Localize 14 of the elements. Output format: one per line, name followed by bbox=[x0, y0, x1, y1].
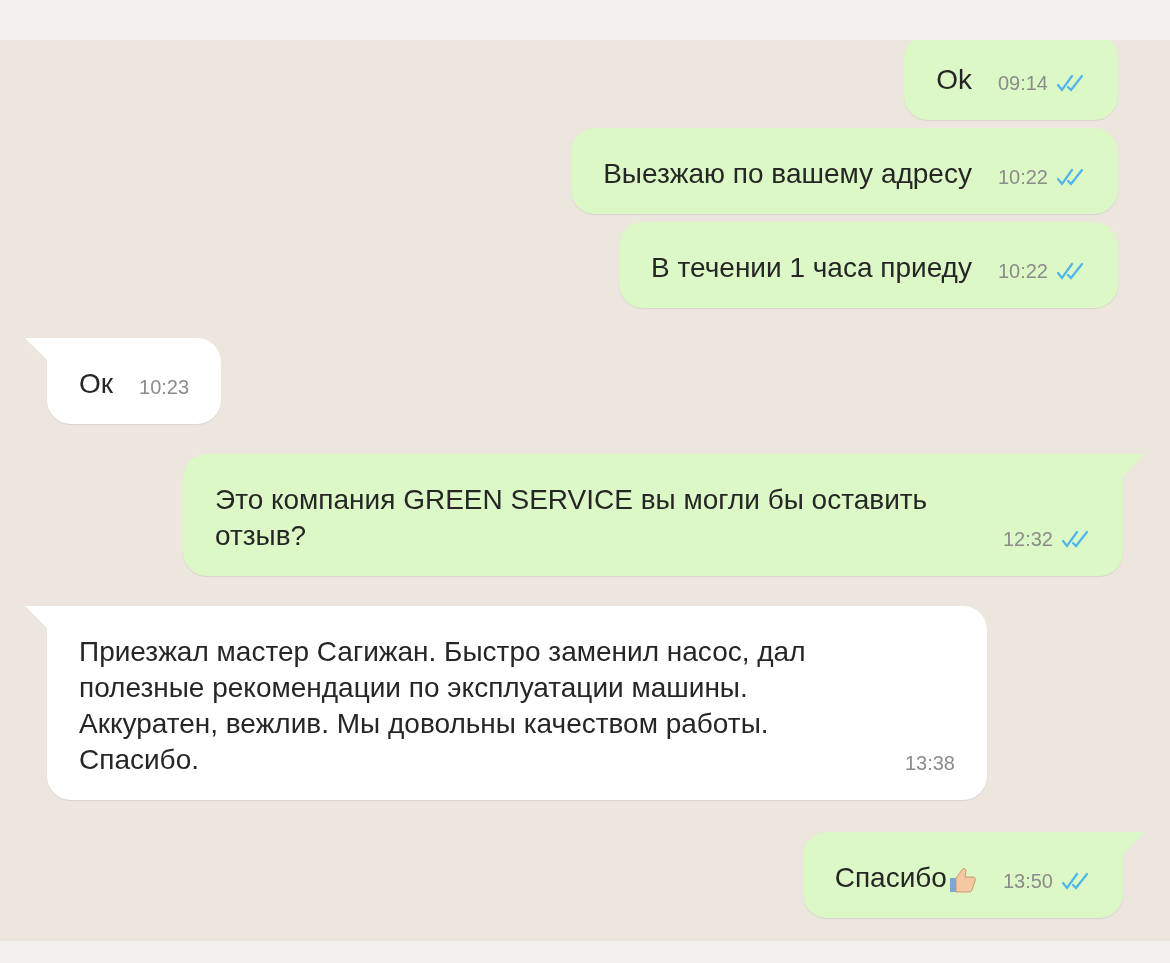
message-time: 10:22 bbox=[997, 259, 1048, 284]
message-time: 13:50 bbox=[1002, 869, 1053, 894]
message-time: 09:14 bbox=[997, 71, 1048, 96]
message-text: Это компания GREEN SERVICE вы могли бы оставить отзыв? bbox=[215, 483, 929, 553]
message-text: Приезжал мастер Сагижан. Быстро заменил насос, дал полезные рекомендации по эксплуатации машины. Аккуратен, вежлив. Мы довольны качеством работы. Спасибо. bbox=[79, 635, 807, 777]
message-time: 12:32 bbox=[1002, 527, 1053, 552]
message-text: Ок bbox=[79, 367, 114, 401]
message-time: 10:22 bbox=[997, 165, 1048, 190]
message-time: 10:23 bbox=[139, 375, 190, 400]
message-text: Ok bbox=[936, 63, 972, 97]
message-text: В течении 1 часа приеду bbox=[651, 251, 972, 285]
message-text: Спасибо bbox=[834, 861, 947, 895]
message-text: Выезжаю по вашему адресу bbox=[603, 157, 972, 191]
message-time: 13:38 bbox=[904, 751, 955, 776]
